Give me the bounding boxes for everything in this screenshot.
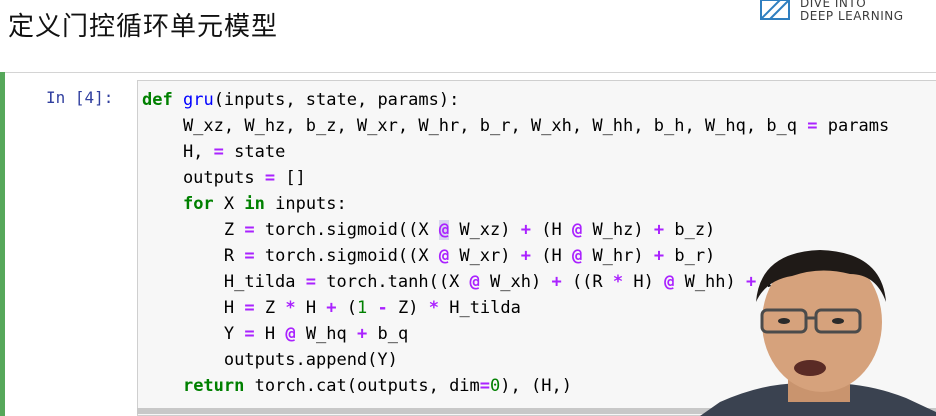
cell-prompt: In [4]: (46, 88, 114, 107)
presenter-video-overlay (700, 250, 936, 416)
d2l-logo-icon (760, 0, 790, 20)
code-line-6: Z = torch.sigmoid((X @ W_xz) + (H @ W_hz… (142, 220, 716, 240)
cell-top-border (5, 72, 936, 73)
code-line-1: def gru(inputs, state, params): (142, 90, 460, 110)
code-line-9: H = Z * H + (1 - Z) * H_tilda (142, 298, 521, 318)
code-line-12: return torch.cat(outputs, dim=0), (H,) (182, 376, 572, 396)
slide-title: 定义门控循环单元模型 (8, 12, 279, 42)
code-line-3: H, = state (142, 142, 286, 162)
code-line-5: for X in inputs: (182, 194, 347, 214)
d2l-logo: DIVE INTO DEEP LEARNING (760, 0, 936, 23)
function-name: gru (182, 90, 214, 110)
code-line-4: outputs = [] (142, 168, 306, 188)
selected-operator: @ (438, 220, 450, 240)
code-line-7: R = torch.sigmoid((X @ W_xr) + (H @ W_hr… (142, 246, 716, 266)
keyword: def (142, 90, 173, 110)
code-line-10: Y = H @ W_hq + b_q (142, 324, 409, 344)
logo-line-2: DEEP LEARNING (800, 9, 904, 23)
code-line-11: outputs.append(Y) (142, 350, 398, 370)
code-line-2: W_xz, W_hz, b_z, W_xr, W_hr, b_r, W_xh, … (142, 116, 890, 136)
cell-selected-indicator (0, 72, 5, 416)
